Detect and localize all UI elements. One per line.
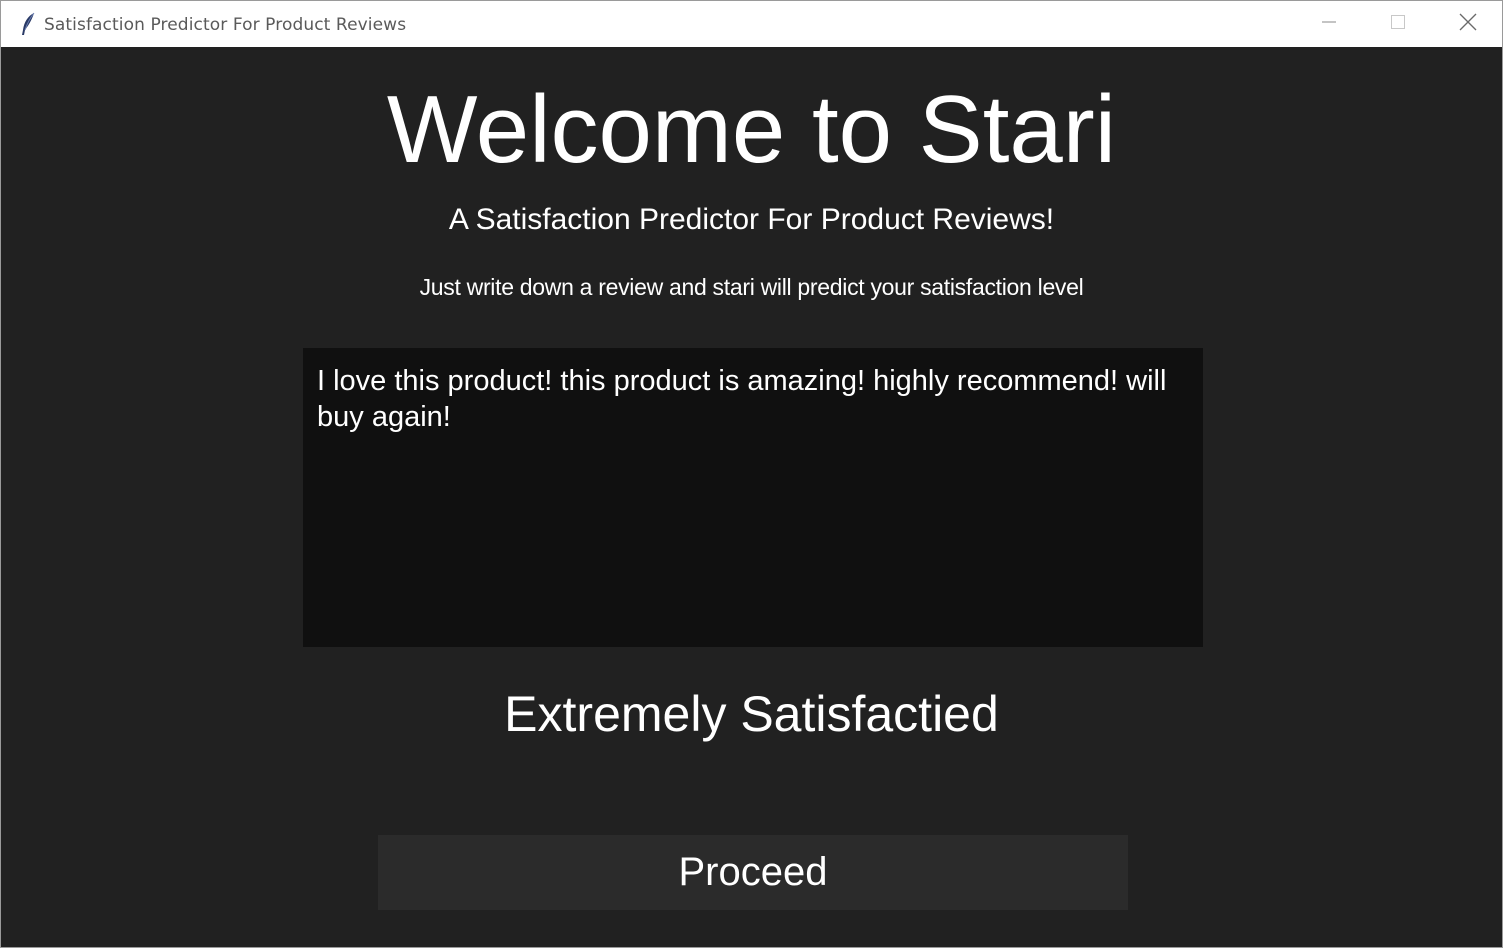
feather-icon xyxy=(19,12,37,36)
maximize-icon xyxy=(1390,14,1406,35)
subtitle: A Satisfaction Predictor For Product Rev… xyxy=(448,203,1055,236)
review-text-input[interactable]: I love this product! this product is ama… xyxy=(303,348,1203,647)
title-bar[interactable]: Satisfaction Predictor For Product Revie… xyxy=(1,1,1502,47)
maximize-button[interactable] xyxy=(1364,1,1432,47)
satisfaction-result: Extremely Satisfactied xyxy=(504,686,999,742)
page-title: Welcome to Stari xyxy=(386,76,1117,183)
window-title: Satisfaction Predictor For Product Revie… xyxy=(44,15,407,35)
app-window: Satisfaction Predictor For Product Revie… xyxy=(0,0,1503,948)
minimize-button[interactable] xyxy=(1295,1,1363,47)
close-icon xyxy=(1459,13,1477,36)
minimize-icon xyxy=(1321,14,1337,35)
instructions-text: Just write down a review and stari will … xyxy=(419,274,1084,300)
close-button[interactable] xyxy=(1434,1,1502,47)
main-panel: Welcome to Stari A Satisfaction Predicto… xyxy=(1,47,1502,947)
proceed-button[interactable]: Proceed xyxy=(378,835,1128,910)
